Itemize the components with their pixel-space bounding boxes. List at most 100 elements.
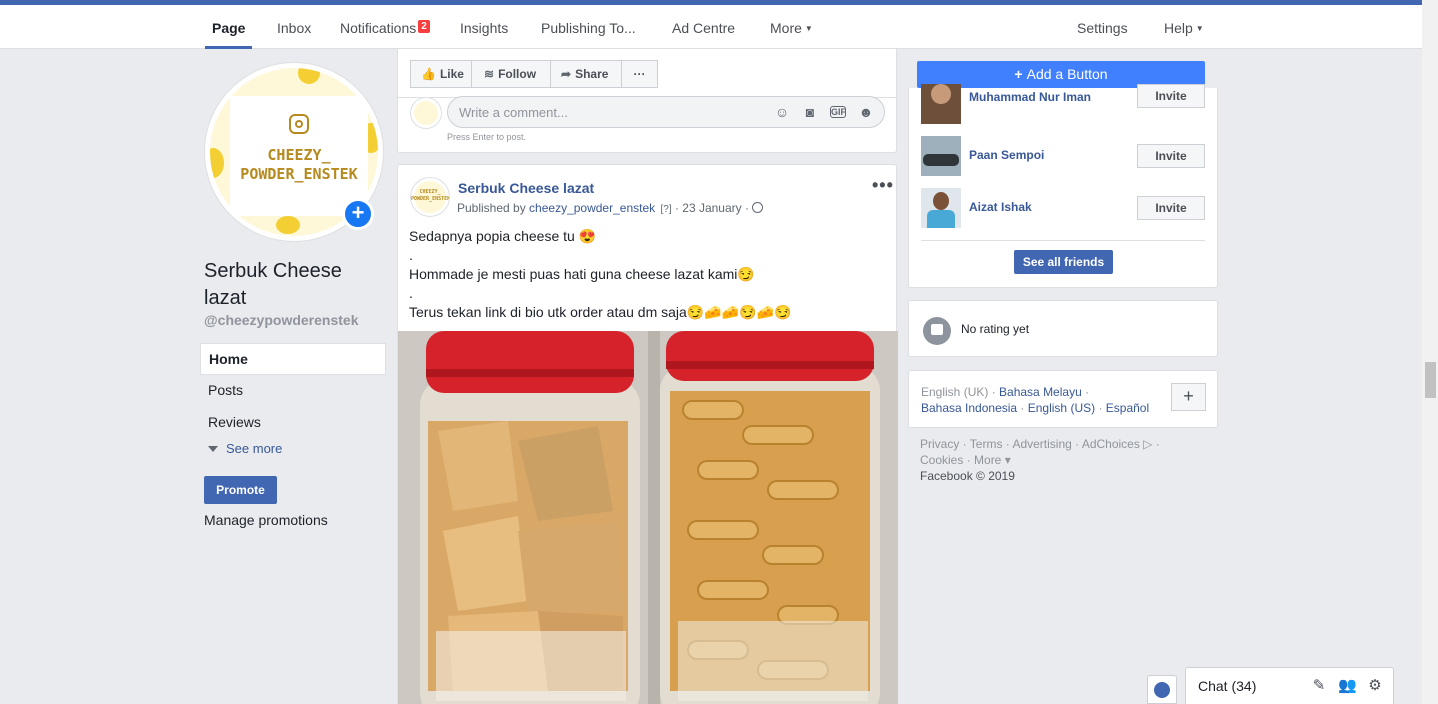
gif-icon[interactable]: GIF <box>830 106 846 118</box>
language-link[interactable]: Español <box>1106 401 1149 415</box>
caret-down-icon: ▼ <box>804 24 813 33</box>
friend-row: Muhammad Nur Iman Invite <box>921 84 1205 124</box>
help-link[interactable]: [?] <box>660 204 671 215</box>
friend-avatar[interactable] <box>921 84 961 124</box>
new-message-icon[interactable]: ✎ <box>1310 677 1328 695</box>
tab-more[interactable]: More ▼ <box>770 20 813 36</box>
post-text-line: Hommade je mesti puas hati guna cheese l… <box>409 266 755 282</box>
comment-input[interactable]: Write a comment... ☺ ◙ GIF ☻ <box>447 96 885 128</box>
language-link[interactable]: Bahasa Indonesia <box>921 401 1017 415</box>
post-meta: Published by cheezy_powder_enstek [?] · … <box>457 201 764 215</box>
post-text: Sedapnya popia cheese tu 😍 . Hommade je … <box>409 227 889 322</box>
invite-button[interactable]: Invite <box>1137 84 1205 108</box>
page-action-box: 👍 Like ≋ Follow ➦ Share ··· Write a comment… <box>397 49 898 153</box>
page-title: Serbuk Cheese lazat <box>204 260 342 309</box>
gear-icon[interactable]: ⚙ <box>1366 677 1384 695</box>
post-author-name[interactable]: Serbuk Cheese lazat <box>458 180 594 196</box>
tab-page[interactable]: Page <box>212 20 245 36</box>
more-actions-button[interactable]: ··· <box>621 60 658 88</box>
footer-links-line[interactable]: Privacy · Terms · Advertising · AdChoice… <box>920 436 1216 452</box>
scrollbar-thumb[interactable] <box>1425 362 1436 398</box>
left-nav-reviews[interactable]: Reviews <box>200 407 386 439</box>
language-box: English (UK) · Bahasa Melayu · Bahasa In… <box>908 370 1218 428</box>
add-profile-picture-button[interactable]: + <box>342 198 374 230</box>
share-label: Share <box>575 67 609 81</box>
tab-settings[interactable]: Settings <box>1077 20 1128 36</box>
rating-box: No rating yet <box>908 300 1218 357</box>
tab-ad-centre[interactable]: Ad Centre <box>672 20 735 36</box>
add-language-button[interactable]: + <box>1171 383 1206 411</box>
cheese-decoration <box>210 148 224 178</box>
active-tab-underline <box>205 46 252 49</box>
left-nav-home[interactable]: Home <box>200 343 386 375</box>
chat-label: Chat (34) <box>1198 678 1257 694</box>
promote-button[interactable]: Promote <box>204 476 277 504</box>
see-all-friends-button[interactable]: See all friends <box>1014 250 1113 274</box>
language-globe-button[interactable] <box>1147 675 1177 704</box>
post-text-line: Sedapnya popia cheese tu 😍 <box>409 228 597 244</box>
see-more-label: See more <box>226 441 283 456</box>
friend-name[interactable]: Muhammad Nur Iman <box>969 90 1091 104</box>
sticker-icon[interactable]: ☻ <box>858 104 874 120</box>
post-text-line: . <box>409 285 413 301</box>
left-nav-posts[interactable]: Posts <box>200 375 386 407</box>
emoji-icon[interactable]: ☺ <box>774 104 790 120</box>
jars-photo <box>398 331 898 704</box>
friend-avatar[interactable] <box>921 188 961 228</box>
post-avatar-text: CHEEZY_ POWDER_ENSTEK <box>411 189 450 202</box>
post-photo[interactable] <box>398 331 898 704</box>
tab-help-label: Help <box>1164 20 1193 36</box>
triangle-down-icon <box>208 446 218 452</box>
language-link[interactable]: Bahasa Melayu <box>999 385 1082 399</box>
page-scrollbar[interactable] <box>1422 0 1438 704</box>
divider <box>921 240 1205 241</box>
tab-help[interactable]: Help ▼ <box>1164 20 1204 36</box>
rating-speech-icon <box>923 317 951 345</box>
post-text-line: Terus tekan link di bio utk order atau d… <box>409 304 792 320</box>
post-author-avatar[interactable]: CHEEZY_ POWDER_ENSTEK <box>410 177 450 217</box>
tab-notifications[interactable]: Notifications 2 <box>340 20 430 36</box>
share-button[interactable]: ➦ Share <box>550 60 622 88</box>
tab-inbox[interactable]: Inbox <box>277 20 311 36</box>
rating-text: No rating yet <box>961 322 1030 336</box>
follow-button[interactable]: ≋ Follow <box>471 60 551 88</box>
page-tab-bar: Page Inbox Notifications 2 Insights Publi… <box>0 5 1422 49</box>
enter-to-post-hint: Press Enter to post. <box>447 132 527 142</box>
tab-more-label: More <box>770 20 802 36</box>
see-more-link[interactable]: See more <box>208 441 282 456</box>
invite-button[interactable]: Invite <box>1137 196 1205 220</box>
notifications-badge: 2 <box>418 20 430 33</box>
copyright: Facebook © 2019 <box>920 469 1015 483</box>
invite-button[interactable]: Invite <box>1137 144 1205 168</box>
footer-links: Privacy · Terms · Advertising · AdChoice… <box>920 436 1216 484</box>
comment-placeholder: Write a comment... <box>459 105 568 120</box>
post-options-button[interactable]: ••• <box>872 175 894 196</box>
tab-publishing-tools[interactable]: Publishing To... <box>541 20 636 36</box>
cheese-decoration <box>276 216 300 234</box>
friend-avatar[interactable] <box>921 136 961 176</box>
friend-name[interactable]: Aizat Ishak <box>969 200 1032 214</box>
commenter-avatar <box>410 97 442 129</box>
cheese-decoration <box>298 68 320 84</box>
tab-insights[interactable]: Insights <box>460 20 508 36</box>
caret-down-icon: ▼ <box>1195 24 1204 33</box>
group-icon[interactable]: 👥 <box>1338 677 1357 695</box>
post-date[interactable]: 23 January <box>682 201 741 215</box>
manage-promotions-link[interactable]: Manage promotions <box>204 512 328 528</box>
thumbs-up-icon: 👍 <box>421 67 436 81</box>
share-arrow-icon: ➦ <box>561 67 572 81</box>
invite-friends-box: Muhammad Nur Iman Invite Paan Sempoi Inv… <box>908 84 1218 288</box>
plus-icon: + <box>1014 66 1023 82</box>
published-by-label: Published by <box>457 201 530 215</box>
footer-links-line[interactable]: Cookies · More ▾ <box>920 452 1216 468</box>
rss-icon: ≋ <box>484 67 495 81</box>
add-a-button-label: Add a Button <box>1026 66 1108 82</box>
language-list: English (UK) · Bahasa Melayu · Bahasa In… <box>921 385 1150 415</box>
camera-icon[interactable]: ◙ <box>802 104 818 120</box>
page-handle[interactable]: @cheezypowderenstek <box>204 312 359 328</box>
language-link[interactable]: English (US) <box>1028 401 1095 415</box>
like-button[interactable]: 👍 Like <box>410 60 472 88</box>
chat-bar[interactable]: Chat (34) ✎ 👥 ⚙ <box>1185 667 1394 704</box>
publisher-link[interactable]: cheezy_powder_enstek <box>529 201 655 215</box>
friend-name[interactable]: Paan Sempoi <box>969 148 1044 162</box>
